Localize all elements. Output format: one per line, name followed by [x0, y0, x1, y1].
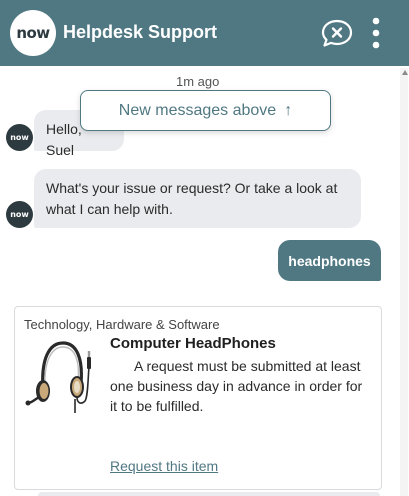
user-message: headphones	[278, 240, 381, 281]
more-vertical-icon	[372, 17, 380, 49]
header-title: Helpdesk Support	[63, 22, 218, 42]
card-category: Technology, Hardware & Software	[24, 317, 220, 332]
scrollbar[interactable]	[400, 68, 408, 496]
card-title: Computer HeadPhones	[110, 335, 276, 352]
user-message-text: headphones	[288, 252, 371, 269]
headset-icon	[25, 341, 91, 413]
logo-text: now	[16, 24, 50, 42]
chat-window: now Helpdesk Support 1m ago now Hello, S…	[0, 0, 409, 496]
next-message-edge	[38, 492, 380, 496]
now-logo: now	[10, 10, 56, 56]
end-chat-button[interactable]	[320, 18, 354, 48]
bot-message: What's your issue or request? Or take a …	[34, 169, 361, 228]
card-description: A request must be submitted at least one…	[110, 358, 363, 414]
bot-avatar: now	[6, 201, 33, 228]
end-chat-icon	[321, 19, 353, 47]
new-messages-above-button[interactable]: New messages above ↑	[80, 90, 331, 131]
arrow-up-icon: ↑	[284, 101, 293, 119]
catalog-item-card: Technology, Hardware & Software Computer…	[14, 306, 382, 490]
chat-header: now Helpdesk Support	[0, 0, 409, 66]
new-messages-label: New messages above	[118, 101, 277, 119]
message-timestamp: 1m ago	[176, 74, 220, 89]
more-options-button[interactable]	[364, 16, 388, 50]
request-item-link[interactable]: Request this item	[110, 458, 218, 474]
bot-avatar: now	[6, 124, 33, 151]
bot-message-text: What's your issue or request? Or take a …	[46, 180, 338, 217]
scroll-up-arrow-icon[interactable]	[402, 70, 408, 75]
